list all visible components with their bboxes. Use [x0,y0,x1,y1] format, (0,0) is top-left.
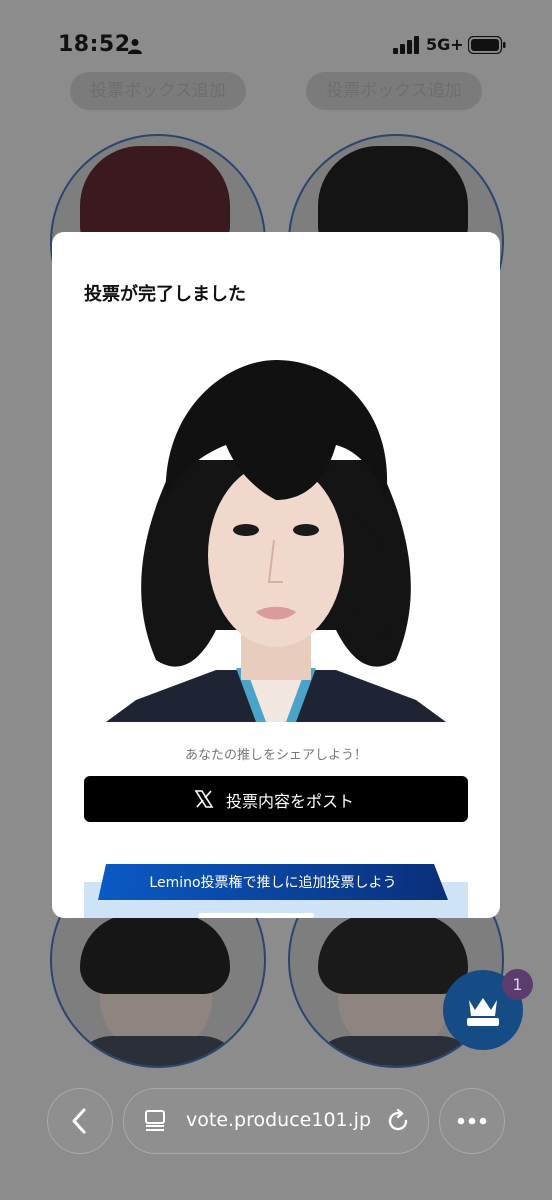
signal-icon [393,36,419,54]
status-bar: 18:52 5G+ [0,0,552,90]
chevron-left-icon [72,1108,86,1134]
reload-icon[interactable] [386,1109,410,1133]
post-button-label: 投票内容をポスト [226,792,355,811]
crown-icon [467,998,499,1026]
more-options-button[interactable] [439,1088,505,1154]
modal-title: 投票が完了しました [84,284,246,305]
url-text[interactable]: vote.produce101.jp [186,1109,371,1131]
network-type: 5G+ [426,35,464,54]
post-to-x-button[interactable]: 投票内容をポスト [84,776,468,822]
notification-badge: 1 [502,969,533,1000]
status-time: 18:52 [58,32,131,57]
candidate-portrait [106,360,446,722]
ellipsis-icon [457,1117,487,1125]
share-prompt: あなたの推しをシェアしよう！ [184,748,367,763]
back-button[interactable] [47,1088,113,1154]
x-logo-icon [194,790,214,808]
scroll-indicator [198,913,314,918]
tab-page-icon [145,1110,165,1131]
person-icon [128,39,142,54]
address-bar[interactable]: vote.produce101.jp [123,1088,429,1154]
vote-complete-modal: 投票が完了しました あなたの推しをシェアしよう！ 投票内容をポスト Lemino… [52,232,500,918]
battery-icon [468,36,506,54]
promo-banner-text[interactable]: Lemino投票権で推しに追加投票しよう [98,872,448,892]
